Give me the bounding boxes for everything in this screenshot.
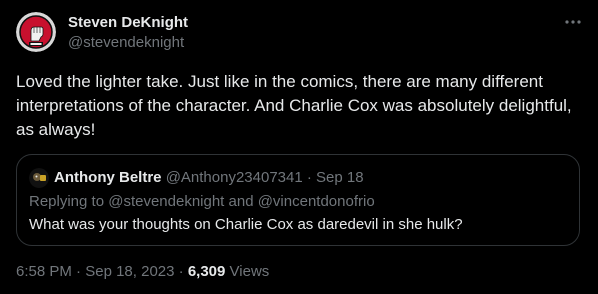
- quoted-user-handle[interactable]: @Anthony23407341: [166, 169, 303, 186]
- tweet-date[interactable]: Sep 18, 2023: [85, 263, 174, 280]
- meta-separator: ·: [76, 263, 82, 280]
- views-label: Views: [229, 263, 270, 280]
- views-count[interactable]: 6,309: [188, 263, 226, 280]
- quoted-tweet-text: What was your thoughts on Charlie Cox as…: [29, 216, 463, 233]
- unity-fist-avatar-icon: [16, 12, 56, 52]
- author-avatar[interactable]: [16, 12, 56, 52]
- quoted-user-avatar-icon: [29, 168, 49, 188]
- tweet-time[interactable]: 6:58 PM: [16, 263, 72, 280]
- quoted-user-avatar[interactable]: [29, 168, 49, 188]
- more-horizontal-icon: [565, 20, 581, 24]
- author-name[interactable]: Steven DeKnight: [68, 13, 188, 33]
- author-handle[interactable]: @stevendeknight: [68, 33, 184, 53]
- tweet-text: Loved the lighter take. Just like in the…: [16, 72, 577, 139]
- quoted-header-separator: ·: [306, 169, 312, 186]
- quoted-tweet-header: Anthony Beltre @Anthony23407341 · Sep 18: [54, 168, 364, 188]
- more-options-button[interactable]: [560, 12, 586, 32]
- quoted-user-name[interactable]: Anthony Beltre: [54, 169, 162, 186]
- meta-separator-2: ·: [178, 263, 184, 280]
- tweet-meta: 6:58 PM · Sep 18, 2023 · 6,309 Views: [16, 262, 269, 282]
- replying-to-text: Replying to @stevendeknight and @vincent…: [29, 193, 375, 210]
- quoted-tweet-date[interactable]: Sep 18: [316, 169, 364, 186]
- quoted-tweet[interactable]: Anthony Beltre @Anthony23407341 · Sep 18…: [16, 154, 580, 246]
- tweet: Steven DeKnight @stevendeknight Loved th…: [0, 0, 598, 294]
